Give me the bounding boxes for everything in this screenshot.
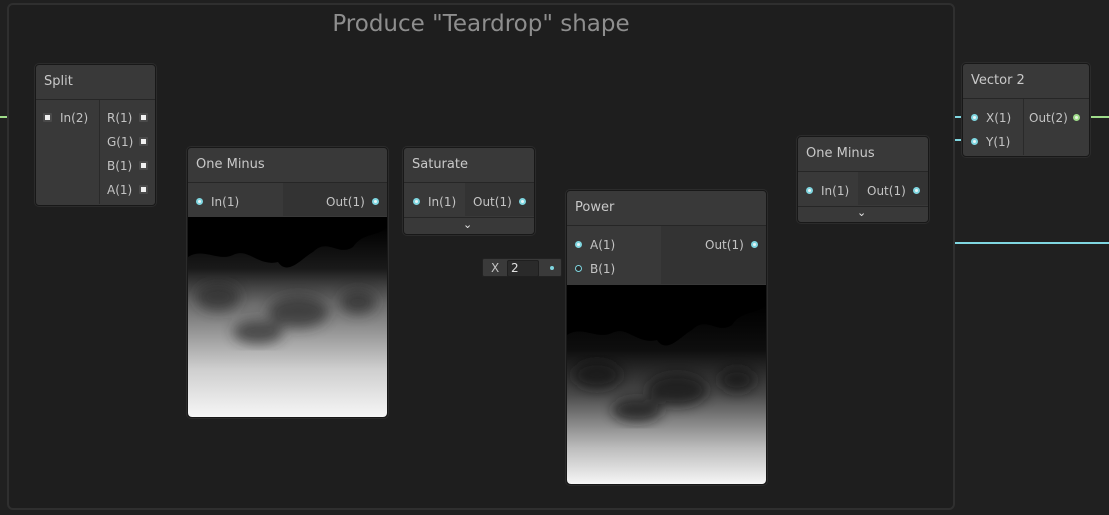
one-minus-2-out-label: Out(1) xyxy=(867,184,906,198)
one-minus-node-2[interactable]: One Minus In(1) Out(1) ⌄ xyxy=(797,136,929,223)
power-preview xyxy=(567,285,766,484)
one-minus-2-in-port[interactable] xyxy=(806,187,813,194)
power-b-value-field[interactable]: X 2 xyxy=(482,258,562,277)
vector2-out-label: Out(2) xyxy=(1029,111,1068,125)
power-title: Power xyxy=(567,191,766,226)
split-out-r-label: R(1) xyxy=(107,111,133,125)
split-in-port[interactable] xyxy=(43,113,52,122)
chevron-down-icon[interactable]: ⌄ xyxy=(857,206,866,219)
power-b-axis-label: X xyxy=(491,261,500,275)
vector2-in-x-port[interactable] xyxy=(971,114,978,121)
one-minus-node-1[interactable]: One Minus In(1) Out(1) xyxy=(187,147,388,418)
one-minus-1-out-port[interactable] xyxy=(372,198,379,205)
saturate-node[interactable]: Saturate In(1) Out(1) ⌄ xyxy=(403,147,535,235)
power-in-b-port[interactable] xyxy=(575,265,582,272)
split-node-title: Split xyxy=(36,65,155,100)
split-out-r-port[interactable] xyxy=(139,113,148,122)
saturate-out-label: Out(1) xyxy=(473,195,512,209)
power-out-label: Out(1) xyxy=(705,238,744,252)
one-minus-1-preview xyxy=(188,217,387,417)
one-minus-1-out-label: Out(1) xyxy=(326,195,365,209)
one-minus-1-in-port[interactable] xyxy=(196,198,203,205)
power-in-a-port[interactable] xyxy=(575,241,582,248)
one-minus-1-title: One Minus xyxy=(188,148,387,183)
split-out-a-port[interactable] xyxy=(139,185,148,194)
split-out-b-label: B(1) xyxy=(107,159,133,173)
vector2-in-y-port[interactable] xyxy=(971,138,978,145)
power-out-port[interactable] xyxy=(751,241,758,248)
split-out-g-port[interactable] xyxy=(139,137,148,146)
vector2-in-y-label: Y(1) xyxy=(986,135,1011,149)
power-in-a-label: A(1) xyxy=(590,238,616,252)
chevron-down-icon[interactable]: ⌄ xyxy=(463,218,472,231)
power-in-b-label: B(1) xyxy=(590,262,616,276)
vector2-title: Vector 2 xyxy=(963,64,1089,99)
power-b-value[interactable]: 2 xyxy=(511,261,519,275)
one-minus-2-title: One Minus xyxy=(798,137,928,172)
saturate-title: Saturate xyxy=(404,148,534,183)
group-title: Produce "Teardrop" shape xyxy=(332,11,630,37)
vector2-node[interactable]: Vector 2 X(1) Y(1) Out(2) xyxy=(962,63,1090,157)
split-node[interactable]: Split In(2) R(1) G(1) B(1) A(1) xyxy=(35,64,156,206)
vector2-in-x-label: X(1) xyxy=(986,111,1012,125)
split-out-g-label: G(1) xyxy=(107,135,134,149)
saturate-in-port[interactable] xyxy=(413,198,420,205)
saturate-out-port[interactable] xyxy=(519,198,526,205)
power-node[interactable]: Power A(1) B(1) Out(1) xyxy=(566,190,767,485)
split-in-label: In(2) xyxy=(60,111,89,125)
split-out-b-port[interactable] xyxy=(139,161,148,170)
split-out-a-label: A(1) xyxy=(107,183,133,197)
one-minus-1-in-label: In(1) xyxy=(211,195,240,209)
vector2-out-port[interactable] xyxy=(1073,114,1080,121)
saturate-in-label: In(1) xyxy=(428,195,457,209)
one-minus-2-out-port[interactable] xyxy=(913,187,920,194)
one-minus-2-in-label: In(1) xyxy=(821,184,850,198)
